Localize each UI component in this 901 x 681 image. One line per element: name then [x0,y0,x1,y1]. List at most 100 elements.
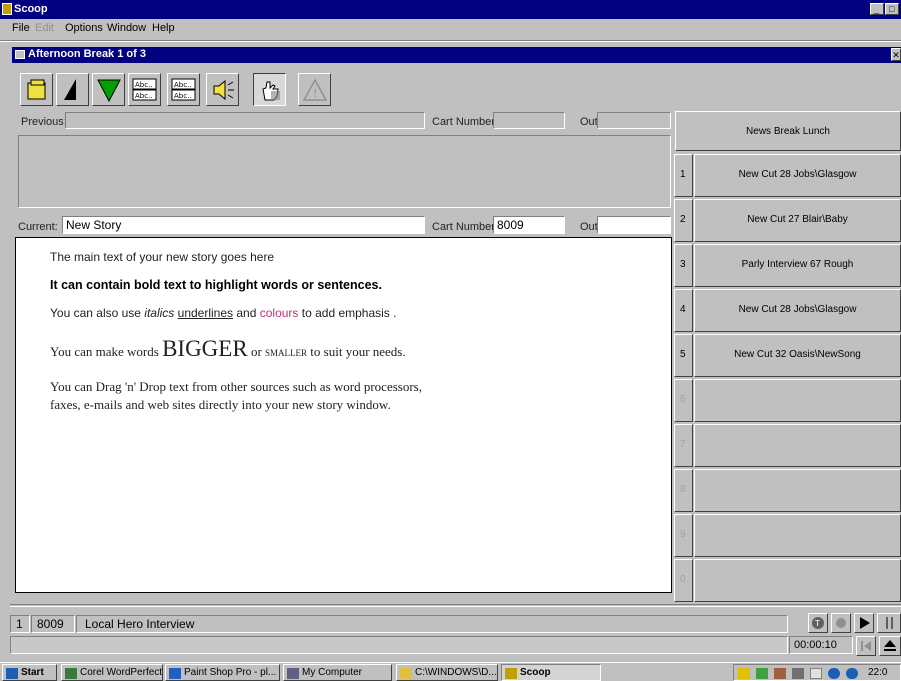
svg-text:!: ! [313,87,317,100]
taskbar-item-wordperfect[interactable]: Corel WordPerfect ... [61,664,163,681]
play-button[interactable] [854,613,874,633]
tray-network-icon[interactable] [756,668,768,679]
cue-down-icon[interactable] [92,73,125,106]
cart-slot-button[interactable]: New Cut 27 Blair\Baby [694,199,901,242]
eject-button[interactable] [879,636,901,656]
hand-drag-icon[interactable] [253,73,286,106]
computer-icon [287,668,299,679]
previous-label: Previous: [21,116,67,128]
cart-slot-button[interactable]: New Cut 28 Jobs\Glasgow [694,154,901,197]
close-icon[interactable]: ✕ [891,48,901,61]
start-button[interactable]: Start [2,664,57,681]
svg-text:Abc..: Abc.. [174,92,192,100]
cart-slot-button[interactable] [694,379,901,422]
tray-app-icon[interactable] [738,668,750,679]
story-line: You can Drag 'n' Drop text from other so… [50,379,422,394]
current-label: Current: [18,221,58,233]
minimize-button[interactable]: _ [870,3,884,15]
cart-slot-number: 3 [674,244,693,287]
cart-slot-button[interactable] [694,469,901,512]
tray-globe-icon[interactable] [828,668,840,679]
player-title: Local Hero Interview [76,615,788,633]
cart-slot-button[interactable] [694,514,901,557]
current-cart-field[interactable]: 8009 [493,216,565,234]
cart-slot-number: 4 [674,289,693,332]
rewind-button[interactable] [856,636,876,656]
cart-slot-number: 9 [674,514,693,557]
story-line: faxes, e-mails and web sites directly in… [50,397,391,412]
tray-globe-icon[interactable] [846,668,858,679]
current-story-field[interactable]: New Story [62,216,425,234]
text-styles-icon[interactable]: Abc.. Abc.. [128,73,161,106]
document-title-bar: Afternoon Break 1 of 3 ✕ [12,47,901,63]
folder-icon[interactable] [20,73,53,106]
cart-slot-number: 0 [674,559,693,602]
cart-slot-button[interactable] [694,424,901,467]
svg-text:Abc..: Abc.. [135,81,153,89]
cue-marker-icon[interactable] [56,73,89,106]
previous-story-preview [18,135,671,208]
svg-text:Abc..: Abc.. [174,81,192,89]
app-title-bar: Scoop _ □ [0,0,901,19]
cart-list-header[interactable]: News Break Lunch [675,111,901,151]
previous-out-field[interactable] [597,112,671,129]
cart-slot-number: 8 [674,469,693,512]
taskbar-item-mycomputer[interactable]: My Computer [283,664,392,681]
cart-slot-number: 6 [674,379,693,422]
taskbar-item-paintshop[interactable]: Paint Shop Pro - pl... [165,664,280,681]
previous-cart-field[interactable] [493,112,565,129]
taskbar-item-windows-folder[interactable]: C:\WINDOWS\D... [396,664,498,681]
player-divider [10,604,901,607]
speaker-icon[interactable] [206,73,239,106]
current-out-field[interactable] [597,216,671,234]
scoop-app-icon [2,3,12,15]
story-editor[interactable]: The main text of your new story goes her… [15,237,672,593]
tray-scheduler-icon[interactable] [774,668,786,679]
cart-slot-number: 2 [674,199,693,242]
talk-button[interactable]: T [808,613,828,633]
document-title: Afternoon Break 1 of 3 [28,48,146,60]
player-progress-bar[interactable] [10,636,788,654]
menu-bar: File Edit Options Window Help [0,19,901,37]
warning-icon[interactable]: ! [298,73,331,106]
taskbar-item-scoop[interactable]: Scoop [501,664,601,681]
wordperfect-icon [65,668,77,679]
app-title: Scoop [14,3,48,15]
system-tray: 22:0 [733,664,901,681]
cart-slot-number: 7 [674,424,693,467]
player-slot-number: 1 [10,615,30,633]
cart-slot-button[interactable]: New Cut 28 Jobs\Glasgow [694,289,901,332]
menu-options[interactable]: Options [65,22,103,34]
maximize-button[interactable]: □ [885,3,899,15]
current-cart-label: Cart Number [432,221,495,233]
tray-status-icon[interactable] [810,668,822,679]
text-styles-alt-icon[interactable]: Abc.. Abc.. [167,73,200,106]
story-line-emphasis: You can also use italics underlines and … [50,306,397,320]
story-line-sizes: You can make words BIGGER or SMALLER to … [50,336,406,361]
previous-story-field[interactable] [65,112,425,129]
story-line-bold: It can contain bold text to highlight wo… [50,278,382,292]
pause-button[interactable] [877,613,901,633]
player-cart-number: 8009 [31,615,75,633]
folder-icon [400,668,412,679]
svg-text:Abc..: Abc.. [135,92,153,100]
paintshop-icon [169,668,181,679]
tray-volume-icon[interactable] [792,668,804,679]
previous-cart-label: Cart Number [432,116,495,128]
cart-slot-button[interactable]: Parly Interview 67 Rough [694,244,901,287]
menu-edit[interactable]: Edit [35,22,54,34]
current-out-label: Out [580,221,598,233]
player-time: 00:00:10 [789,636,853,654]
cart-slot-button[interactable] [694,559,901,602]
cart-slot-number: 1 [674,154,693,197]
svg-text:T: T [814,619,820,628]
cart-slot-button[interactable]: New Cut 32 Oasis\NewSong [694,334,901,377]
menu-window[interactable]: Window [107,22,146,34]
menu-help[interactable]: Help [152,22,175,34]
menu-file[interactable]: File [12,22,30,34]
previous-out-label: Out [580,116,598,128]
document-icon [15,50,25,59]
menu-divider [0,40,901,42]
story-line: The main text of your new story goes her… [50,250,275,264]
record-button[interactable] [831,613,851,633]
